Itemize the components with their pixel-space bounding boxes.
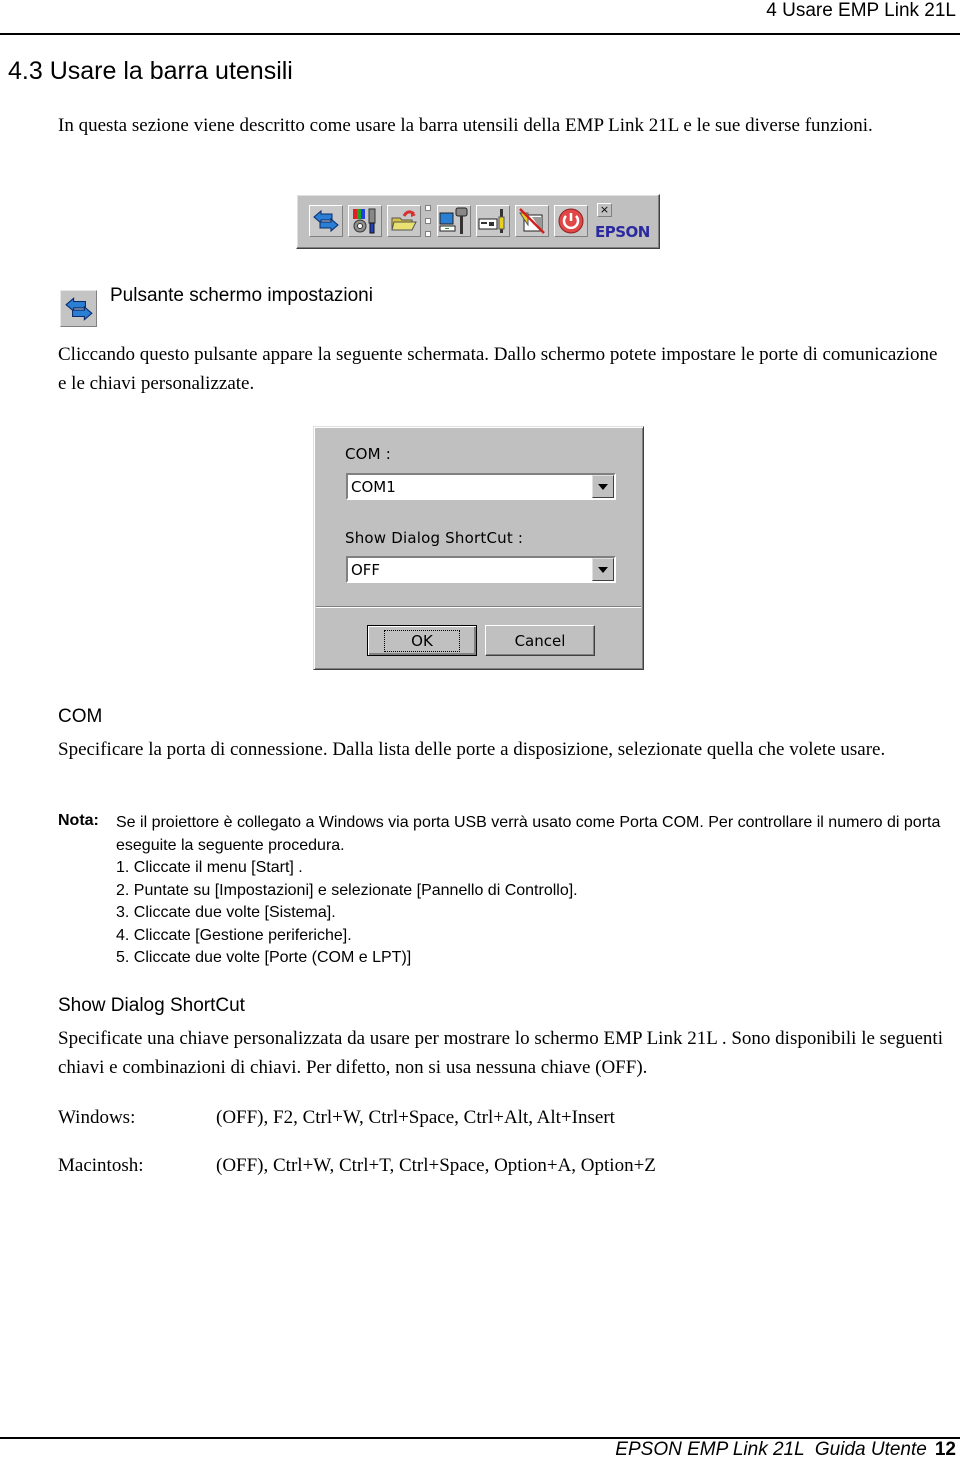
toolbar-button-color-adjust[interactable]	[348, 205, 382, 237]
footer: EPSON EMP Link 21L Guida Utente 12	[615, 1439, 956, 1461]
note-step: 3. Cliccate due volte [Sistema].	[116, 904, 336, 921]
note-step: 2. Puntate su [Impostazioni] e seleziona…	[116, 881, 578, 899]
section-intro: In questa sezione viene descritto come u…	[58, 115, 873, 136]
com-dropdown-button[interactable]	[592, 475, 614, 498]
platform-keys: (OFF), F2, Ctrl+W, Ctrl+Space, Ctrl+Alt,…	[216, 1107, 615, 1128]
shortcut-heading: Show Dialog ShortCut	[58, 995, 245, 1016]
com-heading: COM	[58, 706, 103, 727]
platform-keys: (OFF), Ctrl+W, Ctrl+T, Ctrl+Space, Optio…	[216, 1155, 656, 1176]
shortcut-description: Specificate una chiave personalizzata da…	[58, 1028, 943, 1078]
footer-title: EPSON EMP Link 21L Guida Utente	[615, 1439, 927, 1460]
com-label: COM :	[345, 445, 392, 463]
note-step: 1. Cliccate il menu [Start] .	[116, 859, 303, 876]
keys-row-windows: Windows: (OFF), F2, Ctrl+W, Ctrl+Space, C…	[58, 1107, 615, 1129]
toolbar-close-button[interactable]: ×	[597, 203, 612, 217]
note-text: Se il proiettore è collegato a Windows v…	[116, 814, 941, 854]
toolbar-button-a-v-mute[interactable]	[515, 205, 549, 237]
running-header: 4 Usare EMP Link 21L	[766, 0, 956, 21]
toolbar-button-open[interactable]	[387, 205, 421, 237]
settings-dialog: COM : COM1 Show Dialog ShortCut : OFF OK…	[313, 426, 644, 670]
note-label: Nota:	[58, 812, 99, 829]
chevron-down-icon	[598, 483, 608, 490]
toolbar-screenshot: × EPSON	[296, 194, 660, 249]
ok-button[interactable]: OK	[367, 625, 477, 656]
section-title: 4.3 Usare la barra utensili	[8, 57, 293, 85]
mute-image-icon	[519, 208, 545, 234]
dialog-separator	[316, 606, 641, 608]
shortcut-select-value: OFF	[351, 561, 381, 579]
page-number: 12	[934, 1439, 956, 1460]
settings-button-description: Cliccando questo pulsante appare la segu…	[58, 344, 938, 394]
com-select[interactable]: COM1	[346, 473, 616, 500]
cancel-button[interactable]: Cancel	[485, 625, 595, 656]
platform-label: Windows:	[58, 1107, 136, 1128]
settings-button-heading: Pulsante schermo impostazioni	[110, 285, 373, 306]
platform-label: Macintosh:	[58, 1155, 144, 1176]
open-folder-icon	[391, 210, 417, 231]
com-description: Specificare la porta di connessione. Dal…	[58, 739, 886, 760]
color-adjust-icon	[353, 208, 376, 234]
toolbar-button-power[interactable]	[554, 205, 588, 237]
toolbar-button-projector[interactable]	[476, 205, 510, 237]
settings-arrows-icon	[64, 296, 93, 321]
note-step: 5. Cliccate due volte [Porte (COM e LPT)…	[116, 949, 412, 966]
toolbar-button-computer[interactable]	[437, 205, 471, 237]
shortcut-dropdown-button[interactable]	[592, 558, 614, 581]
header-rule	[0, 33, 960, 35]
projector-cable-icon	[478, 209, 505, 233]
toolbar-grip[interactable]	[425, 205, 431, 239]
epson-logo: EPSON	[595, 223, 650, 241]
shortcut-label: Show Dialog ShortCut :	[345, 529, 524, 547]
toolbar-button-settings[interactable]	[309, 205, 343, 237]
keys-row-macintosh: Macintosh: (OFF), Ctrl+W, Ctrl+T, Ctrl+Sp…	[58, 1155, 656, 1177]
computer-connect-icon	[439, 207, 468, 234]
chevron-down-icon	[598, 566, 608, 573]
ok-button-label: OK	[384, 629, 460, 652]
shortcut-select[interactable]: OFF	[346, 556, 616, 583]
power-icon	[558, 208, 584, 234]
com-select-value: COM1	[351, 478, 396, 496]
note-steps: 1. Cliccate il menu [Start] . 2. Puntate…	[116, 857, 946, 970]
settings-arrows-icon	[313, 209, 339, 233]
note-body: Se il proiettore è collegato a Windows v…	[116, 812, 946, 970]
note-step: 4. Cliccate [Gestione periferiche].	[116, 926, 352, 944]
settings-button-icon	[60, 290, 97, 327]
